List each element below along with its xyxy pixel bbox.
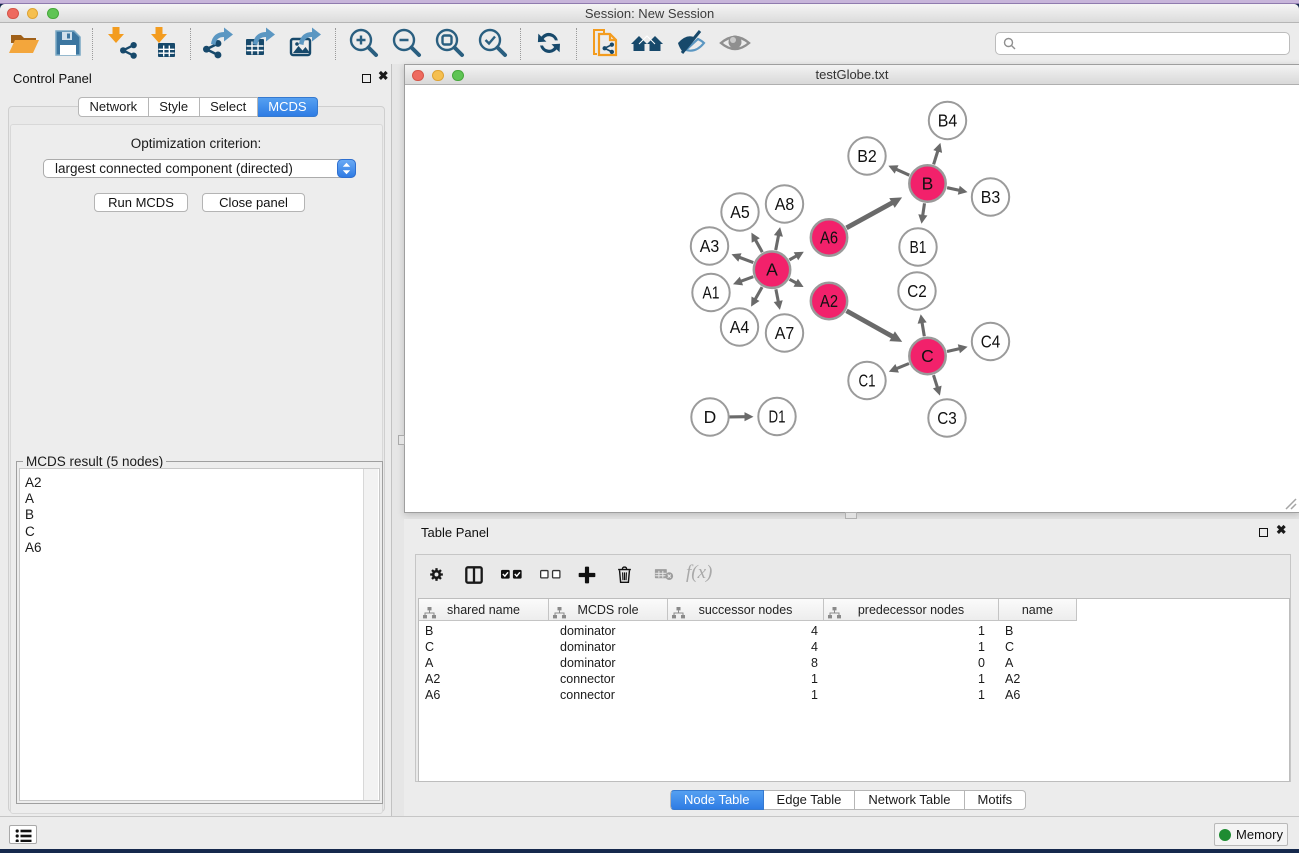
- svg-text:A6: A6: [820, 228, 838, 248]
- svg-text:A1: A1: [703, 283, 720, 303]
- svg-text:C4: C4: [981, 332, 1001, 352]
- svg-text:D1: D1: [769, 407, 786, 427]
- svg-text:C: C: [921, 346, 934, 366]
- svg-text:C1: C1: [859, 371, 876, 391]
- svg-text:B2: B2: [857, 146, 877, 166]
- svg-text:B1: B1: [910, 237, 927, 257]
- svg-text:A: A: [766, 260, 778, 280]
- svg-text:A2: A2: [820, 291, 838, 311]
- svg-text:C3: C3: [937, 408, 957, 428]
- svg-text:B3: B3: [981, 187, 1001, 207]
- svg-text:A8: A8: [775, 194, 795, 214]
- svg-text:A3: A3: [700, 236, 720, 256]
- svg-text:B: B: [922, 174, 934, 194]
- svg-text:A5: A5: [730, 202, 750, 222]
- svg-text:B4: B4: [938, 111, 958, 131]
- svg-text:A7: A7: [775, 323, 795, 343]
- svg-text:D: D: [704, 407, 717, 427]
- svg-text:C2: C2: [907, 281, 927, 301]
- svg-text:A4: A4: [730, 317, 750, 337]
